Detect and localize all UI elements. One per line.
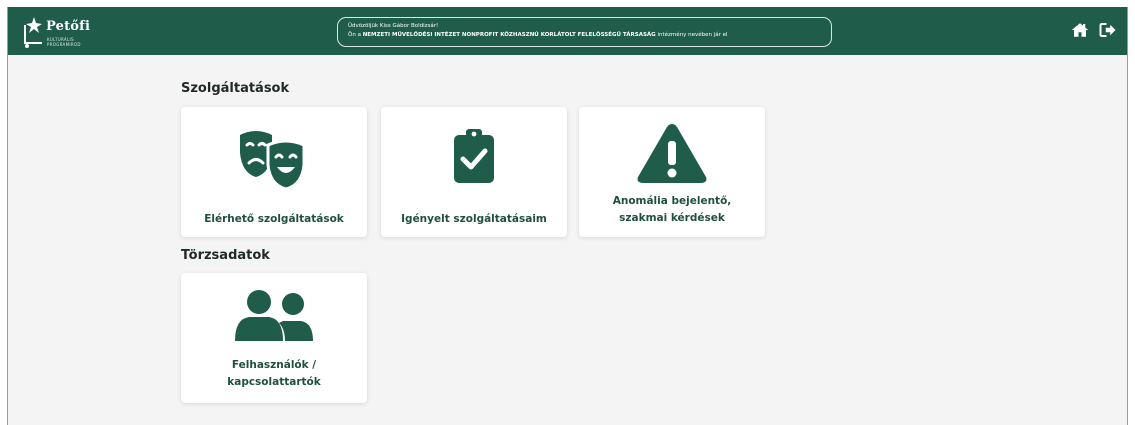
logo-sub-text: KULTURÁLIS PROGRAMIROD (47, 37, 81, 47)
greeting-box: Üdvözöljük Kiss Gábor Boldizsár! Ön a NE… (337, 17, 832, 47)
logout-icon[interactable] (1099, 21, 1117, 39)
top-navbar: Petőfi KULTURÁLIS PROGRAMIROD Üdvözöljük… (8, 7, 1127, 55)
master-data-section-title: Törzsadatok (181, 248, 270, 263)
card-available-services[interactable]: Elérhető szolgáltatások (181, 107, 367, 237)
greeting-line-2: Ön a NEMZETI MŰVELŐDÉSI INTÉZET NONPROFI… (348, 31, 821, 40)
logo-emblem-icon (24, 17, 42, 48)
app-frame: Petőfi KULTURÁLIS PROGRAMIROD Üdvözöljük… (7, 7, 1128, 425)
card-label: Igényelt szolgáltatásaim (401, 213, 547, 225)
card-label: Elérhető szolgáltatások (204, 213, 344, 225)
clipboard-check-icon (454, 129, 494, 183)
greeting-line-1: Üdvözöljük Kiss Gábor Boldizsár! (348, 23, 439, 29)
greeting-organization: NEMZETI MŰVELŐDÉSI INTÉZET NONPROFIT KÖZ… (362, 32, 656, 38)
card-label-line-1: Anomália bejelentő, (612, 195, 732, 207)
card-label-line-2: kapcsolattartók (227, 376, 321, 388)
services-section-title: Szolgáltatások (181, 81, 290, 96)
greeting-suffix: intézmény nevében jár el (655, 32, 728, 38)
card-anomaly-report[interactable]: Anomália bejelentő, szakmai kérdések (579, 107, 765, 237)
users-icon (235, 290, 313, 341)
card-label-line-1: Felhasználók / (231, 359, 317, 371)
home-icon[interactable] (1071, 21, 1089, 39)
card-requested-services[interactable]: Igényelt szolgáltatásaim (381, 107, 567, 237)
petofi-logo[interactable]: Petőfi KULTURÁLIS PROGRAMIROD (22, 15, 91, 49)
logo-brand-text: Petőfi (46, 19, 91, 34)
greeting-prefix: Ön a (348, 32, 363, 38)
warning-triangle-icon (637, 124, 707, 183)
card-users-contacts[interactable]: Felhasználók / kapcsolattartók (181, 273, 367, 403)
top-icon-group (1071, 21, 1117, 39)
card-label-line-2: szakmai kérdések (619, 212, 725, 224)
theater-masks-icon (240, 131, 306, 191)
